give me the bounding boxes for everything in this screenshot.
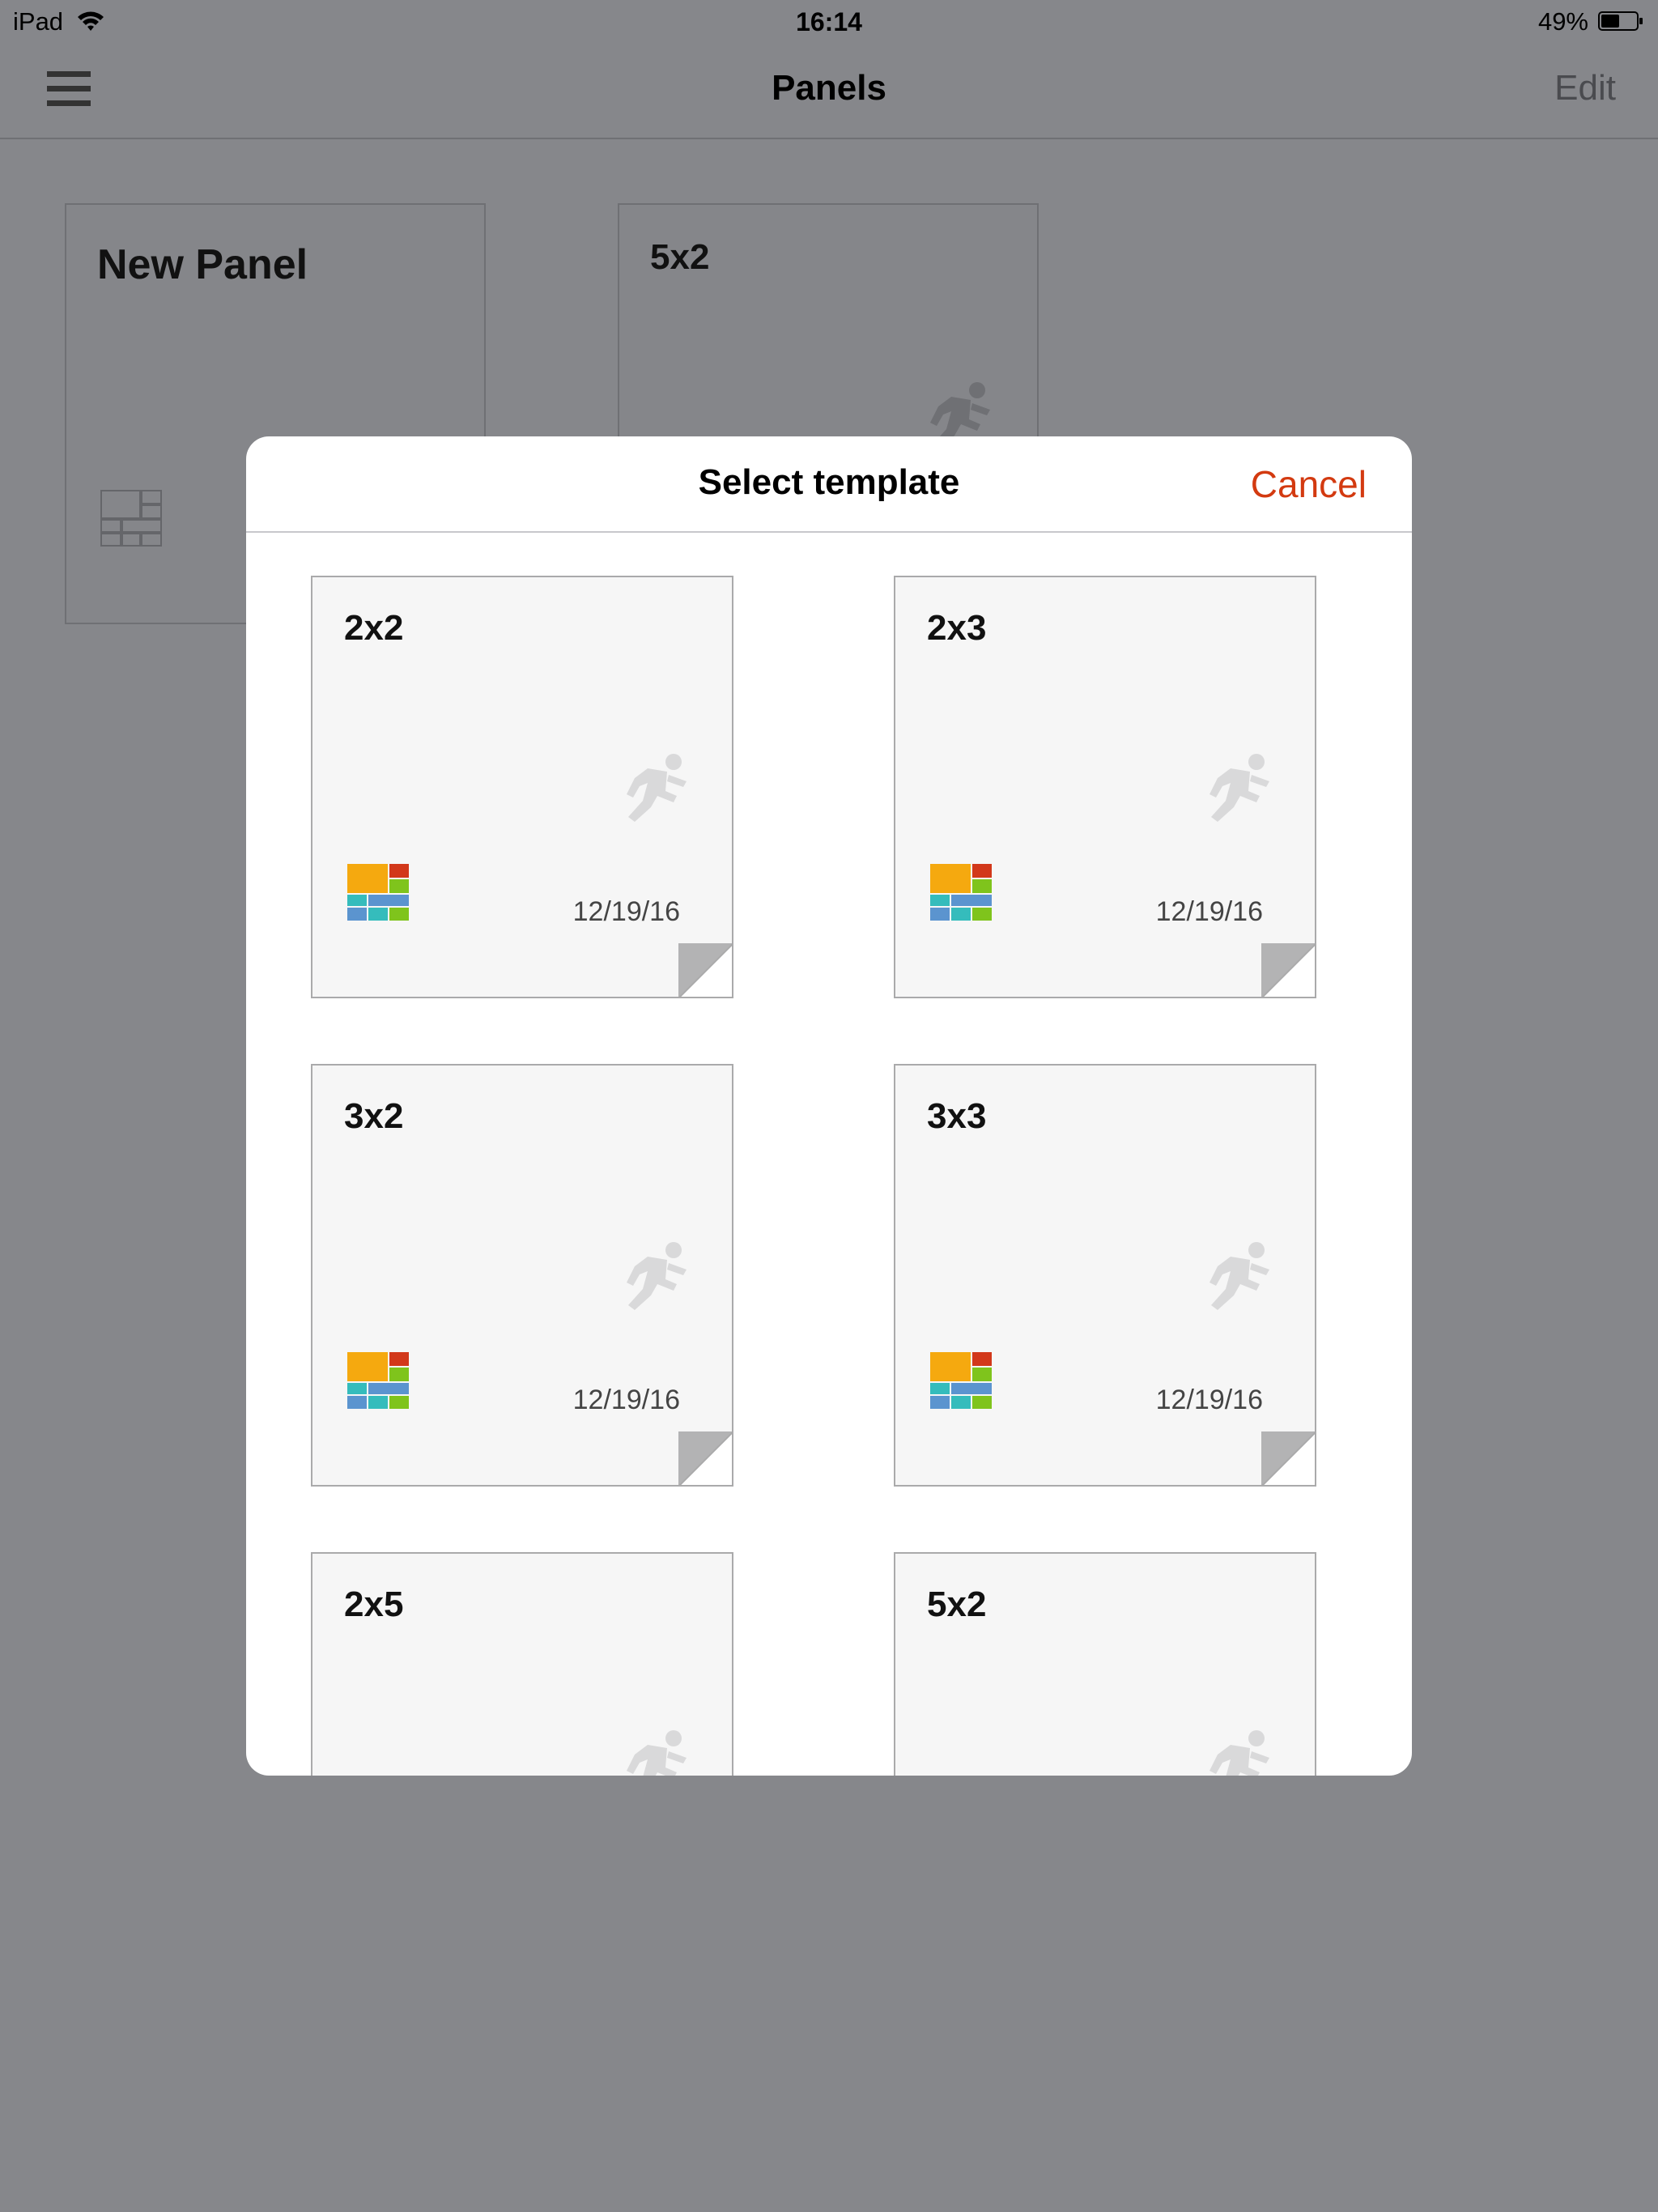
grid-layout-icon xyxy=(930,1352,992,1409)
template-card[interactable]: 2x2 12/19/16 xyxy=(311,576,733,998)
select-template-modal: Select template Cancel 2x2 12/19/16 2x3 … xyxy=(246,436,1412,1776)
running-figure-icon xyxy=(1209,1242,1269,1310)
navigation-bar: Panels Edit xyxy=(0,44,1658,139)
template-date: 12/19/16 xyxy=(572,1385,680,1415)
page-fold-icon xyxy=(1261,1431,1315,1485)
modal-header: Select template Cancel xyxy=(246,436,1412,533)
running-figure-icon xyxy=(1209,754,1269,822)
template-title: 3x3 xyxy=(927,1096,987,1136)
grid-layout-icon xyxy=(347,1352,409,1409)
template-card[interactable]: 3x3 12/19/16 xyxy=(894,1064,1316,1487)
template-card[interactable]: 2x3 12/19/16 xyxy=(894,576,1316,998)
hamburger-menu-icon[interactable] xyxy=(47,71,91,107)
template-card[interactable]: 5x2 xyxy=(894,1552,1316,1776)
page-title: Panels xyxy=(772,68,886,108)
template-title: 5x2 xyxy=(927,1585,987,1624)
status-time: 16:14 xyxy=(796,7,862,36)
running-figure-icon xyxy=(1209,1730,1269,1776)
page-fold-icon xyxy=(678,1431,732,1485)
panel-title: New Panel xyxy=(97,241,308,288)
template-title: 2x3 xyxy=(927,608,987,648)
template-title: 2x2 xyxy=(344,608,404,648)
cancel-button[interactable]: Cancel xyxy=(1251,462,1367,506)
running-figure-icon xyxy=(627,1730,687,1776)
template-date: 12/19/16 xyxy=(572,896,680,927)
running-figure-icon xyxy=(627,1242,687,1310)
panel-title: 5x2 xyxy=(650,237,710,277)
template-card[interactable]: 2x5 xyxy=(311,1552,733,1776)
template-title: 2x5 xyxy=(344,1585,404,1624)
modal-title: Select template xyxy=(698,462,960,502)
running-figure-icon xyxy=(627,754,687,822)
battery-percentage: 49% xyxy=(1537,7,1588,36)
battery-icon xyxy=(1598,11,1643,31)
status-bar: iPad 16:14 49% xyxy=(0,0,1658,44)
edit-button[interactable]: Edit xyxy=(1554,68,1616,108)
template-date: 12/19/16 xyxy=(1155,896,1263,927)
template-date: 12/19/16 xyxy=(1155,1385,1263,1415)
grid-layout-icon xyxy=(347,864,409,921)
template-card[interactable]: 3x2 12/19/16 xyxy=(311,1064,733,1487)
page-fold-icon xyxy=(678,943,732,997)
page-fold-icon xyxy=(1261,943,1315,997)
grid-layout-icon xyxy=(930,864,992,921)
template-title: 3x2 xyxy=(344,1096,404,1136)
grid-layout-icon xyxy=(100,490,162,547)
